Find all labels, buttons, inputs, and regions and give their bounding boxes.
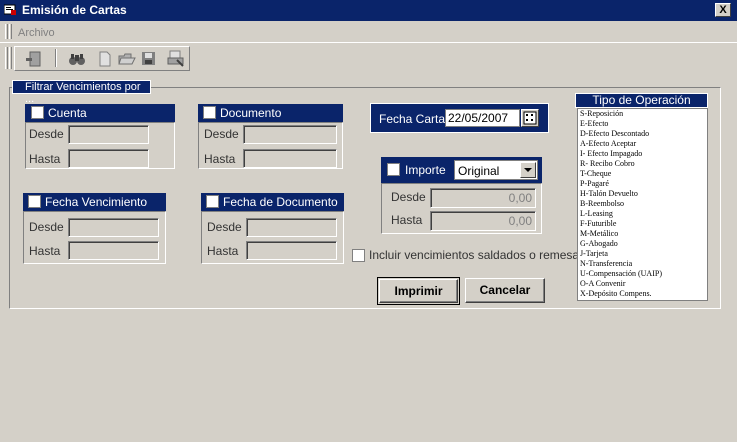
fecha-carta-input[interactable]: 22/05/2007 (445, 109, 520, 127)
list-item[interactable]: X-Depósito Compens. (578, 289, 707, 299)
list-item[interactable]: T-Cheque (578, 169, 707, 179)
cuenta-desde-field[interactable] (68, 125, 149, 144)
cuenta-hasta-field[interactable] (68, 149, 149, 168)
importe-select-value: Original (458, 164, 500, 178)
documento-checkbox[interactable] (203, 106, 216, 119)
binoculars-icon (69, 54, 85, 65)
tipo-operacion-header: Tipo de Operación (575, 93, 708, 108)
filter-title-box: Filtrar Vencimientos por ... (12, 80, 151, 105)
cuenta-header: Cuenta (25, 104, 175, 122)
importe-desde-label: Desde (391, 190, 426, 204)
imprimir-button-frame: Imprimir (377, 277, 460, 305)
list-item[interactable]: S-Reposición (578, 109, 707, 119)
open-folder-icon (118, 53, 136, 65)
importe-hasta-label: Hasta (391, 213, 423, 227)
list-item[interactable]: P-Pagaré (578, 179, 707, 189)
incluir-label[interactable]: Incluir vencimientos saldados o remesado… (369, 248, 598, 262)
list-item[interactable]: N-Transferencia (578, 259, 707, 269)
list-item[interactable]: M-Metálico (578, 229, 707, 239)
list-item[interactable]: G-Abogado (578, 239, 707, 249)
importe-checkbox[interactable] (387, 163, 400, 176)
title-bar: Emisión de Cartas X (0, 0, 737, 21)
fecha-vencimiento-hasta-label: Hasta (29, 244, 61, 258)
fecha-documento-desde-label: Desde (207, 220, 242, 234)
app-icon (4, 4, 16, 15)
list-item[interactable]: R- Recibo Cobro (578, 159, 707, 169)
list-item[interactable]: F-Futurible (578, 219, 707, 229)
menu-grip[interactable] (5, 24, 8, 39)
fecha-documento-header: Fecha de Documento (201, 193, 344, 211)
fecha-documento-checkbox[interactable] (206, 195, 219, 208)
list-item[interactable]: U-Compensación (UAIP) (578, 269, 707, 279)
importe-label: Importe (405, 163, 446, 177)
importe-select[interactable]: Original (454, 160, 538, 180)
find-button[interactable] (66, 48, 88, 70)
cancelar-button[interactable]: Cancelar (465, 278, 545, 303)
documento-hasta-label: Hasta (204, 152, 236, 166)
tipo-operacion-title: Tipo de Operación (592, 93, 691, 107)
fecha-vencimiento-desde-field[interactable] (68, 218, 159, 237)
open-button[interactable] (116, 48, 138, 70)
save-button[interactable] (138, 48, 160, 70)
chevron-down-icon (524, 168, 532, 172)
print-setup-button[interactable] (165, 48, 187, 70)
documento-desde-field[interactable] (243, 125, 337, 144)
window-title: Emisión de Cartas (22, 3, 127, 17)
fecha-carta-label: Fecha Carta (379, 112, 446, 126)
list-item[interactable]: H-Talón Devuelto (578, 189, 707, 199)
fecha-vencimiento-header: Fecha Vencimiento (23, 193, 166, 211)
cuenta-checkbox[interactable] (31, 106, 44, 119)
list-item[interactable]: D-Efecto Descontado (578, 129, 707, 139)
list-item[interactable]: B-Reembolso (578, 199, 707, 209)
menu-archivo[interactable]: Archivo (18, 27, 55, 39)
new-document-icon (99, 51, 111, 67)
fecha-vencimiento-hasta-field[interactable] (68, 241, 159, 260)
fecha-documento-hasta-field[interactable] (246, 241, 337, 260)
fecha-documento-desde-field[interactable] (246, 218, 337, 237)
save-icon (142, 52, 155, 65)
list-item[interactable]: A-Efecto Aceptar (578, 139, 707, 149)
menu-bar: Archivo (0, 21, 737, 43)
toolbar-grip-2 (9, 47, 12, 69)
fecha-carta-box: Fecha Carta 22/05/2007 (370, 103, 549, 133)
list-item[interactable]: E-Efecto (578, 119, 707, 129)
exit-button[interactable] (24, 48, 46, 70)
importe-hasta-field[interactable]: 0,00 (430, 211, 536, 231)
cuenta-label[interactable]: Cuenta (48, 106, 87, 120)
new-button[interactable] (94, 48, 116, 70)
list-item[interactable]: J-Tarjeta (578, 249, 707, 259)
exit-icon (26, 51, 41, 67)
filter-title: Filtrar Vencimientos por ... (25, 81, 141, 105)
documento-desde-label: Desde (204, 127, 239, 141)
fecha-documento-label[interactable]: Fecha de Documento (223, 195, 338, 209)
calendar-button[interactable] (521, 109, 539, 127)
documento-label[interactable]: Documento (220, 106, 281, 120)
toolbar-separator (55, 49, 57, 67)
fecha-vencimiento-label[interactable]: Fecha Vencimiento (45, 195, 147, 209)
close-icon: X (719, 4, 727, 16)
fecha-documento-hasta-label: Hasta (207, 244, 239, 258)
importe-dropdown-button[interactable] (520, 162, 536, 178)
menu-grip-2 (9, 24, 12, 39)
cuenta-hasta-label: Hasta (29, 152, 61, 166)
list-item[interactable]: L-Leasing (578, 209, 707, 219)
toolbar (0, 44, 737, 72)
close-button[interactable]: X (715, 3, 731, 17)
tipo-operacion-list[interactable]: S-Reposición E-Efecto D-Efecto Descontado A… (577, 108, 708, 301)
documento-hasta-field[interactable] (243, 149, 337, 168)
calendar-icon (523, 111, 537, 125)
list-item[interactable]: O-A Convenir (578, 279, 707, 289)
fecha-vencimiento-checkbox[interactable] (28, 195, 41, 208)
toolbar-grip[interactable] (5, 47, 8, 69)
documento-header: Documento (198, 104, 343, 122)
importe-header: Importe Original (381, 157, 542, 183)
incluir-checkbox[interactable] (352, 249, 365, 262)
imprimir-button[interactable]: Imprimir (379, 279, 458, 303)
list-item[interactable]: I- Efecto Impagado (578, 149, 707, 159)
cuenta-desde-label: Desde (29, 127, 64, 141)
print-setup-icon (167, 50, 184, 67)
importe-desde-field[interactable]: 0,00 (430, 188, 536, 208)
fecha-vencimiento-desde-label: Desde (29, 220, 64, 234)
